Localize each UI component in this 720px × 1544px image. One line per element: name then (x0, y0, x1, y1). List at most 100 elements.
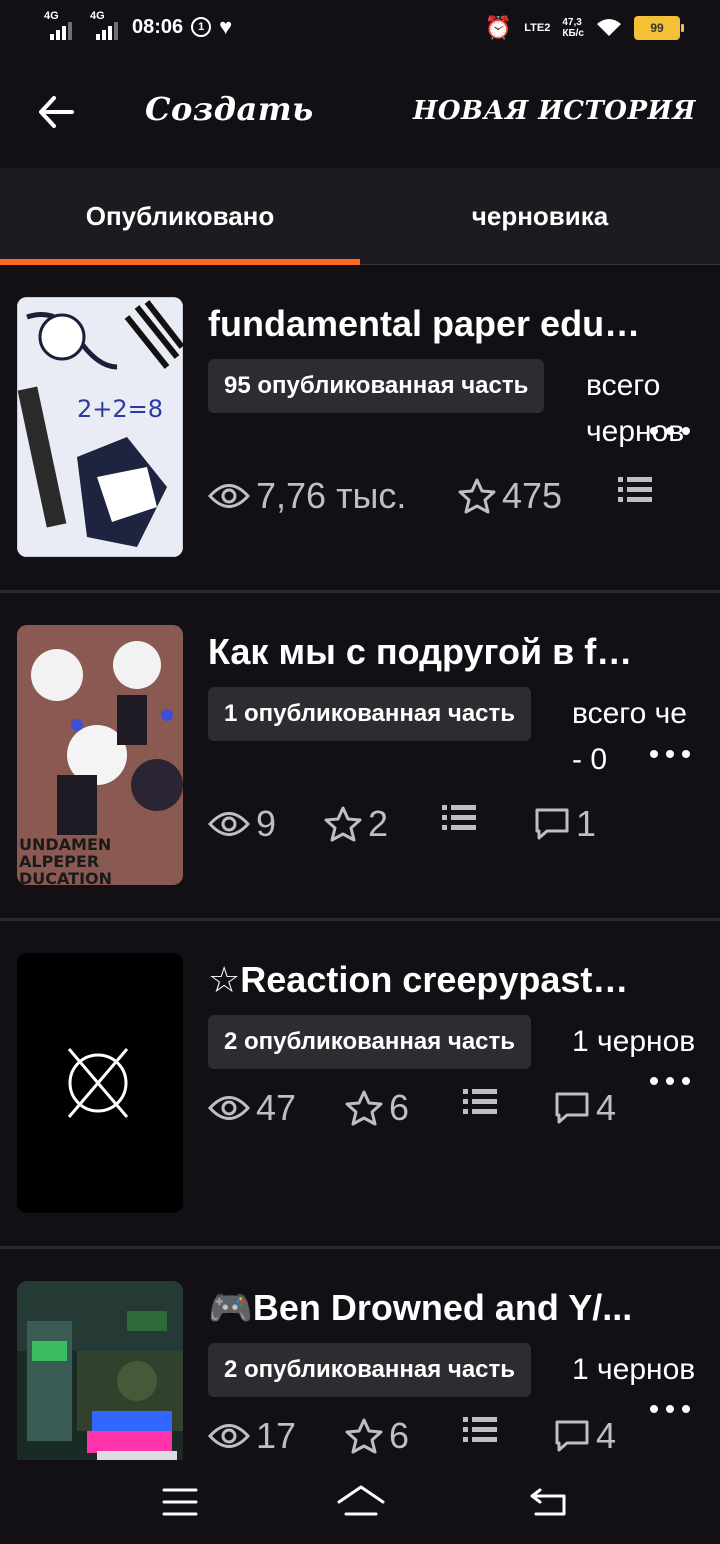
story-cover-image[interactable]: UNDAMEN ALPEPER DUCATION (17, 625, 183, 885)
list-icon (618, 477, 652, 502)
list-icon (442, 805, 476, 830)
views-stat: 7,76 тыс. (208, 475, 406, 517)
story-title[interactable]: fundamental paper educ... (208, 303, 648, 345)
comments-count: 4 (596, 1087, 617, 1128)
speed-unit: КБ/с (562, 28, 584, 39)
story-item[interactable]: UNDAMEN ALPEPER DUCATION Как мы с подруг… (0, 593, 720, 921)
star-icon (458, 478, 496, 514)
views-stat: 17 (208, 1415, 296, 1457)
more-options-icon[interactable] (650, 423, 690, 439)
network-1-label: 4G (44, 10, 59, 22)
votes-stat: 475 (458, 475, 562, 517)
story-item[interactable]: ☆Reaction creepypasta ... 2 опубликованн… (0, 921, 720, 1249)
tab-drafts[interactable]: черновика (360, 168, 720, 264)
votes-count: 6 (389, 1087, 410, 1128)
drafts-count: всего че - 0 (572, 697, 687, 776)
back-arrow-icon[interactable] (36, 92, 76, 132)
story-item[interactable]: 2+2=8 fundamental paper educ... 95 опубл… (0, 265, 720, 593)
published-parts-badge: 1 опубликованная часть (208, 687, 532, 741)
comments-stat: 1 (534, 803, 596, 845)
votes-stat: 6 (345, 1415, 409, 1457)
story-list: 2+2=8 fundamental paper educ... 95 опубл… (0, 265, 720, 1460)
comment-icon (535, 808, 569, 840)
sim-card-icon: 1 (191, 17, 212, 37)
drafts-count: 1 чернов (572, 1025, 696, 1058)
story-title[interactable]: ☆Reaction creepypasta ... (208, 959, 648, 1001)
network-2-label: 4G (90, 10, 105, 22)
more-options-icon[interactable] (650, 1073, 690, 1089)
recent-apps-icon[interactable] (158, 1482, 202, 1522)
clock: 08:06 (132, 15, 184, 38)
published-parts-badge: 2 опубликованная часть (208, 1015, 532, 1069)
parts-stat (442, 803, 476, 833)
list-icon (463, 1089, 497, 1114)
home-icon[interactable] (336, 1482, 386, 1522)
star-icon (345, 1418, 383, 1454)
drafts-count: 1 чернов (572, 1353, 696, 1386)
cover-art (17, 953, 183, 1213)
system-nav-bar (0, 1460, 720, 1544)
votes-stat: 6 (345, 1087, 409, 1129)
cover-art: UNDAMEN ALPEPER DUCATION (17, 625, 183, 885)
votes-count: 475 (502, 475, 563, 516)
status-left: 4G 4G 08:06 1 ♥ (44, 10, 233, 40)
views-count: 47 (256, 1087, 297, 1128)
comments-count: 4 (596, 1415, 617, 1456)
signal-2: 4G (90, 10, 118, 40)
battery-level: 99 (650, 21, 664, 35)
back-icon[interactable] (528, 1482, 572, 1522)
heart-app-icon: ♥ (219, 14, 233, 39)
story-title[interactable]: Как мы с подругой в fp... (208, 631, 648, 673)
signal-bars-icon (50, 22, 72, 40)
svg-text:DUCATION: DUCATION (19, 869, 112, 885)
parts-stat (618, 475, 652, 505)
published-parts-badge: 2 опубликованная часть (208, 1343, 532, 1397)
story-cover-image[interactable]: 2+2=8 (17, 297, 183, 557)
comments-stat: 4 (554, 1415, 616, 1457)
more-options-icon[interactable] (650, 1401, 690, 1417)
eye-icon (208, 1096, 250, 1120)
votes-count: 6 (389, 1415, 410, 1456)
alarm-icon: ⏰ (484, 15, 513, 40)
star-icon (345, 1090, 383, 1126)
app-bar: Создать НОВАЯ ИСТОРИЯ (0, 56, 720, 168)
story-cover-image[interactable] (17, 953, 183, 1213)
signal-bars-icon (96, 22, 118, 40)
new-story-button[interactable]: НОВАЯ ИСТОРИЯ (413, 96, 696, 126)
published-parts-badge: 95 опубликованная часть (208, 359, 545, 413)
speed-value: 47,3 (562, 17, 582, 28)
views-stat: 47 (208, 1087, 296, 1129)
page-title: Создать (145, 90, 314, 128)
star-icon (324, 806, 362, 842)
comment-icon (555, 1092, 589, 1124)
signal-1: 4G (44, 10, 72, 40)
story-cover-image[interactable] (17, 1281, 183, 1460)
views-count: 7,76 тыс. (256, 475, 407, 516)
story-title[interactable]: 🎮Ben Drowned and Y/... (208, 1287, 648, 1329)
eye-icon (208, 812, 250, 836)
tab-bar: Опубликовано черновика (0, 168, 720, 265)
eye-icon (208, 1424, 250, 1448)
views-stat: 9 (208, 803, 276, 845)
network-speed: 47,3 КБ/с (562, 17, 584, 39)
status-bar: 4G 4G 08:06 1 ♥ ⏰ LTE2 47,3 КБ/с 99 (0, 0, 720, 56)
status-right: ⏰ LTE2 47,3 КБ/с 99 (484, 15, 684, 41)
tab-published[interactable]: Опубликовано (0, 168, 360, 264)
story-item[interactable]: 🎮Ben Drowned and Y/... 2 опубликованная … (0, 1249, 720, 1460)
votes-count: 2 (368, 803, 389, 844)
votes-stat: 2 (324, 803, 388, 845)
svg-text:2+2=8: 2+2=8 (77, 395, 163, 423)
volte-label: LTE2 (524, 22, 551, 34)
cover-art: 2+2=8 (17, 297, 183, 557)
comments-stat: 4 (554, 1087, 616, 1129)
more-options-icon[interactable] (650, 746, 690, 762)
parts-stat (463, 1087, 497, 1117)
battery-icon: 99 (634, 16, 684, 40)
eye-icon (208, 484, 250, 508)
comment-icon (555, 1420, 589, 1452)
views-count: 17 (256, 1415, 297, 1456)
wifi-icon (597, 19, 621, 36)
cover-art (17, 1281, 183, 1460)
views-count: 9 (256, 803, 277, 844)
list-icon (463, 1417, 497, 1442)
